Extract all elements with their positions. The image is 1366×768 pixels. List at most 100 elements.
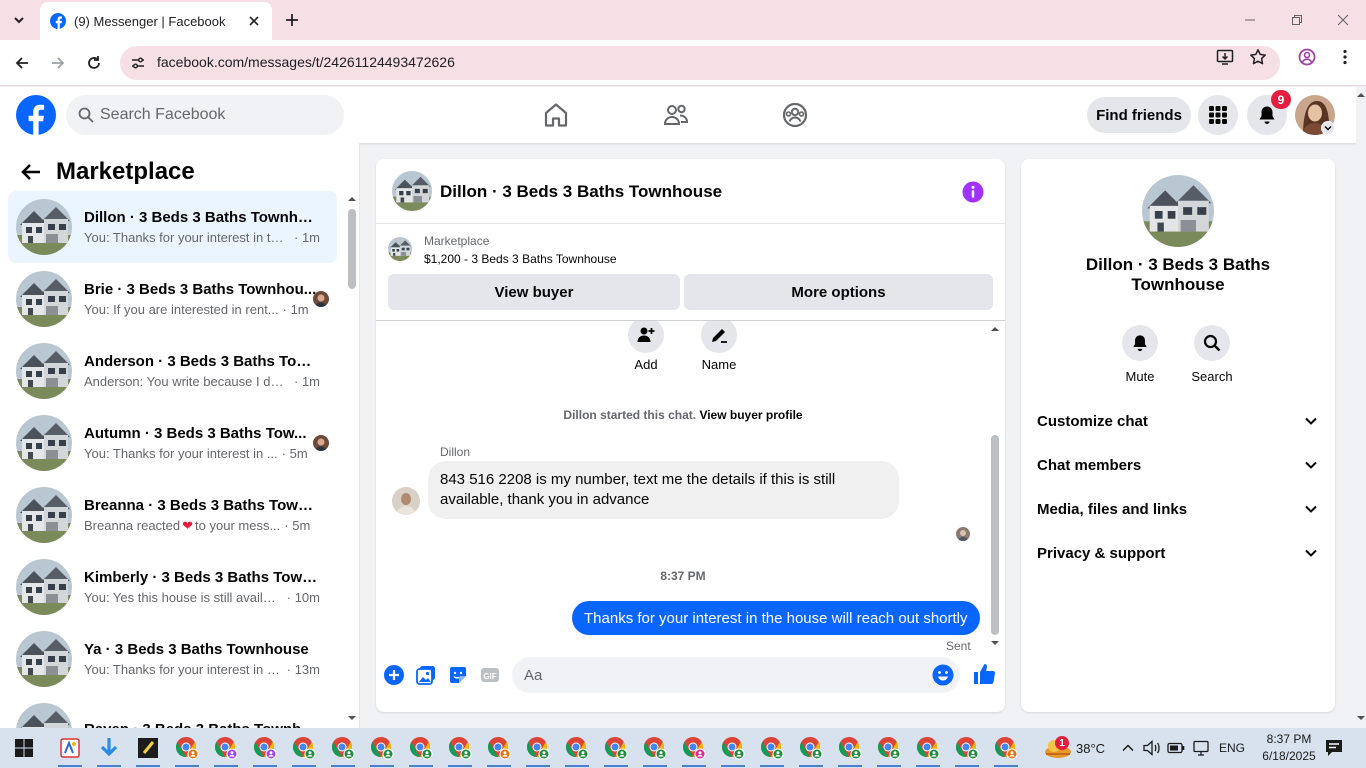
close-window-button[interactable] xyxy=(1333,10,1353,30)
incoming-message[interactable]: 843 516 2208 is my number, text me the d… xyxy=(428,461,899,519)
back-arrow-button[interactable] xyxy=(16,157,46,187)
plus-circle-icon[interactable] xyxy=(384,665,404,685)
conversation-item[interactable]: Autumn · 3 Beds 3 Baths Tow... You: Thank… xyxy=(8,407,337,479)
chrome-window-icon[interactable] xyxy=(719,734,747,767)
chrome-window-icon[interactable] xyxy=(797,734,825,767)
conversation-item[interactable]: Anderson · 3 Beds 3 Baths Town... Anderso… xyxy=(8,335,337,407)
profile-icon[interactable] xyxy=(1298,48,1316,66)
chat-members-row[interactable]: Chat members xyxy=(1029,443,1327,487)
input-language[interactable]: ENG xyxy=(1219,741,1245,755)
chrome-window-icon[interactable] xyxy=(875,734,903,767)
conversation-item[interactable]: Kimberly · 3 Beds 3 Baths Townh... You: Y… xyxy=(8,551,337,623)
notification-center-icon[interactable] xyxy=(1324,738,1344,758)
taskbar-app-downloads[interactable] xyxy=(95,734,123,767)
chrome-window-icon[interactable] xyxy=(368,734,396,767)
weather-temperature[interactable]: 38°C xyxy=(1076,741,1105,756)
search-action[interactable]: Search xyxy=(1182,325,1242,384)
speaker-icon[interactable] xyxy=(1143,740,1161,756)
view-buyer-button[interactable]: View buyer xyxy=(388,274,680,310)
chrome-window-icon[interactable] xyxy=(329,734,357,767)
chrome-window-icon[interactable] xyxy=(914,734,942,767)
listing-thumbnail[interactable] xyxy=(388,237,412,261)
chrome-window-icon[interactable] xyxy=(446,734,474,767)
nickname-action[interactable]: Name xyxy=(689,321,749,372)
chrome-window-icon[interactable] xyxy=(641,734,669,767)
photo-icon[interactable] xyxy=(416,665,436,685)
chat-scrollbar[interactable] xyxy=(989,323,1001,649)
network-icon[interactable] xyxy=(1192,740,1210,756)
taskbar-app-paint[interactable] xyxy=(56,734,84,767)
chrome-window-icon[interactable] xyxy=(563,734,591,767)
bookmark-star-icon[interactable] xyxy=(1249,48,1267,66)
start-button[interactable] xyxy=(10,734,38,762)
taskbar-app-sticky[interactable] xyxy=(134,734,162,767)
battery-icon[interactable] xyxy=(1167,740,1185,756)
facebook-logo-icon[interactable] xyxy=(16,95,56,135)
more-options-button[interactable]: More options xyxy=(684,274,993,310)
conversation-item[interactable]: Raven · 3 Beds 3 Baths Townhou... xyxy=(8,695,337,728)
menu-button[interactable] xyxy=(1198,95,1238,135)
chrome-window-icon[interactable] xyxy=(992,734,1020,767)
chrome-window-icon[interactable] xyxy=(485,734,513,767)
facebook-search[interactable] xyxy=(66,95,344,135)
chat-title[interactable]: Dillon · 3 Beds 3 Baths Townhouse xyxy=(440,182,722,202)
browser-menu-icon[interactable] xyxy=(1336,48,1354,66)
scrollbar-thumb[interactable] xyxy=(348,209,356,289)
install-app-icon[interactable] xyxy=(1216,48,1234,66)
groups-icon[interactable] xyxy=(781,101,809,129)
restore-button[interactable] xyxy=(1287,10,1307,30)
chrome-window-icon[interactable] xyxy=(602,734,630,767)
reload-button[interactable] xyxy=(83,52,105,74)
address-bar[interactable]: facebook.com/messages/t/2426112449347262… xyxy=(120,46,1280,80)
conversation-item[interactable]: Breanna · 3 Beds 3 Baths Townh... Breanna… xyxy=(8,479,337,551)
conversation-item[interactable]: Ya · 3 Beds 3 Baths Townhouse You: Thanks… xyxy=(8,623,337,695)
tab-search-button[interactable] xyxy=(6,8,32,32)
clock-date[interactable]: 6/18/2025 xyxy=(1256,749,1322,763)
chrome-window-icon[interactable] xyxy=(290,734,318,767)
conversation-item[interactable]: Brie · 3 Beds 3 Baths Townhou... You: If … xyxy=(8,263,337,335)
browser-tab[interactable]: (9) Messenger | Facebook xyxy=(40,2,272,40)
home-icon[interactable] xyxy=(542,101,570,129)
minimize-button[interactable] xyxy=(1240,10,1260,30)
message-input[interactable] xyxy=(524,657,914,693)
listing-title[interactable]: $1,200 - 3 Beds 3 Baths Townhouse xyxy=(424,252,617,266)
chevron-up-icon[interactable] xyxy=(1121,741,1135,755)
customize-chat-row[interactable]: Customize chat xyxy=(1029,399,1327,443)
friends-icon[interactable] xyxy=(662,101,690,129)
message-input-wrapper[interactable] xyxy=(512,657,960,693)
chrome-window-icon[interactable] xyxy=(251,734,279,767)
thumbs-up-icon[interactable] xyxy=(972,662,996,686)
account-chevron-icon[interactable] xyxy=(1321,121,1335,135)
chrome-window-icon[interactable] xyxy=(173,734,201,767)
info-icon[interactable] xyxy=(962,181,984,203)
privacy-support-row[interactable]: Privacy & support xyxy=(1029,531,1327,575)
emoji-icon[interactable] xyxy=(932,664,954,686)
clock-time[interactable]: 8:37 PM xyxy=(1262,732,1316,746)
forward-button[interactable] xyxy=(47,52,69,74)
mute-action[interactable]: Mute xyxy=(1110,325,1170,384)
sender-avatar[interactable] xyxy=(392,487,420,515)
profile-avatar[interactable] xyxy=(1142,175,1214,247)
chat-avatar[interactable] xyxy=(392,171,432,211)
facebook-search-input[interactable] xyxy=(100,95,330,135)
chrome-window-icon[interactable] xyxy=(524,734,552,767)
scrollbar-thumb[interactable] xyxy=(991,435,999,635)
new-tab-button[interactable] xyxy=(282,10,302,30)
gif-icon[interactable]: GIF xyxy=(480,665,500,685)
tab-close-icon[interactable] xyxy=(246,13,262,29)
chrome-window-icon[interactable] xyxy=(212,734,240,767)
outgoing-message[interactable]: Thanks for your interest in the house wi… xyxy=(572,601,980,635)
chrome-window-icon[interactable] xyxy=(836,734,864,767)
page-scrollbar[interactable] xyxy=(1356,87,1366,727)
chrome-window-icon[interactable] xyxy=(758,734,786,767)
add-people-action[interactable]: Add xyxy=(616,321,676,372)
conversation-item[interactable]: Dillon · 3 Beds 3 Baths Townhouse You: Th… xyxy=(8,191,337,263)
chrome-window-icon[interactable] xyxy=(680,734,708,767)
chrome-window-icon[interactable] xyxy=(953,734,981,767)
conversation-scrollbar[interactable] xyxy=(346,195,358,725)
media-files-links-row[interactable]: Media, files and links xyxy=(1029,487,1327,531)
back-button[interactable] xyxy=(11,52,33,74)
find-friends-button[interactable]: Find friends xyxy=(1087,97,1191,133)
view-buyer-profile-link[interactable]: View buyer profile xyxy=(699,408,802,422)
site-info-icon[interactable] xyxy=(130,55,146,71)
